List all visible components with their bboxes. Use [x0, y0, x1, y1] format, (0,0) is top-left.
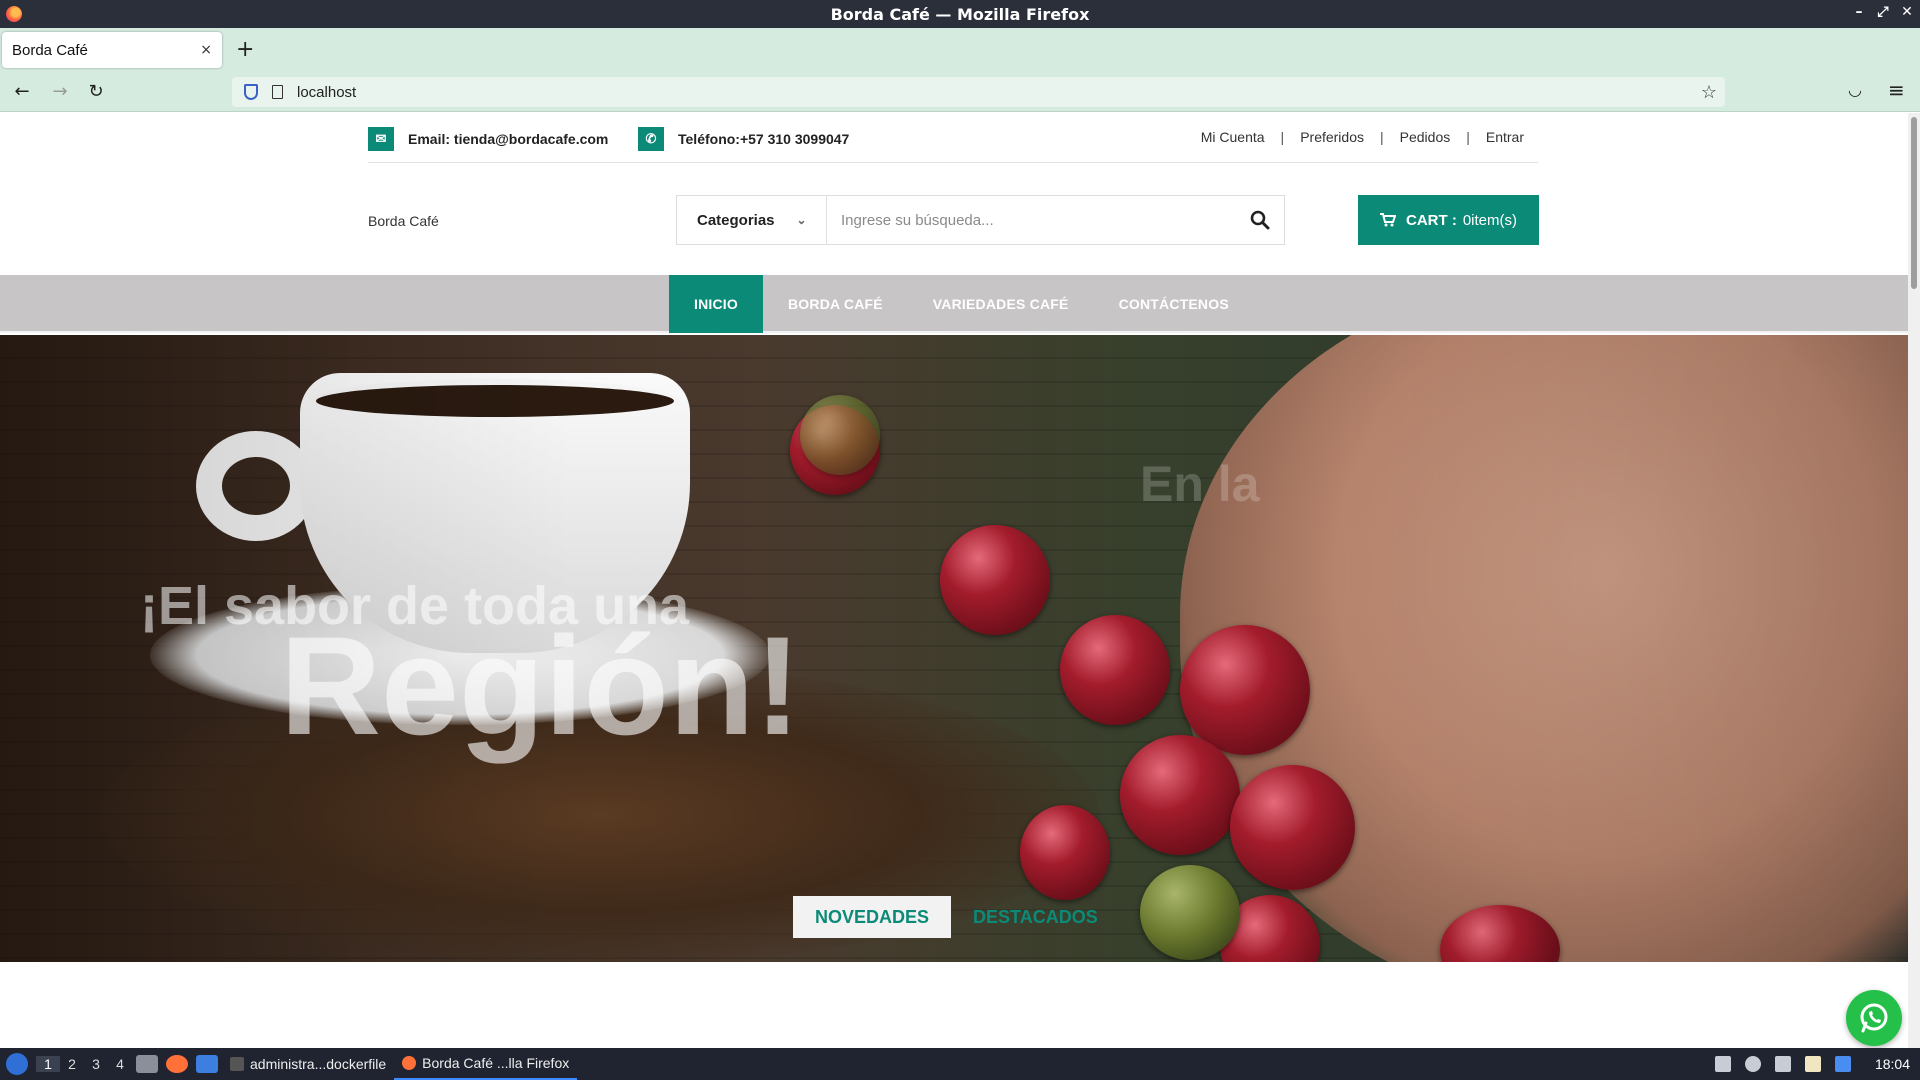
new-tab-button[interactable]: +: [236, 36, 254, 64]
search-button[interactable]: [1236, 196, 1284, 244]
link-mi-cuenta[interactable]: Mi Cuenta: [1201, 129, 1265, 145]
maximize-icon[interactable]: ⤢: [1876, 4, 1890, 20]
back-button[interactable]: ←: [10, 80, 34, 104]
web-page: ✉ Email: tienda@bordacafe.com ✆ Teléfono…: [0, 113, 1908, 1048]
product-tabs: NOVEDADES DESTACADOS: [793, 896, 1120, 938]
search-box: Categorias ⌄: [676, 195, 1285, 245]
link-separator: |: [1280, 129, 1285, 145]
link-separator: |: [1466, 129, 1470, 145]
menu-item-variedades-cafe[interactable]: VARIEDADES CAFÉ: [908, 275, 1094, 333]
search-icon: [1250, 210, 1270, 230]
phone-icon: ✆: [638, 127, 664, 151]
main-menu: INICIO BORDA CAFÉ VARIEDADES CAFÉ CONTÁC…: [669, 275, 1254, 333]
app-menu-icon[interactable]: ≡: [1888, 78, 1905, 102]
whatsapp-icon: [1860, 1003, 1888, 1033]
window-title: Borda Café — Mozilla Firefox: [830, 4, 1090, 24]
volume-icon[interactable]: [1744, 1056, 1761, 1072]
brand-row: Borda Café Categorias ⌄ CART : 0item(s): [368, 195, 1539, 247]
tracking-shield-icon[interactable]: [244, 84, 258, 100]
tab-destacados[interactable]: DESTACADOS: [951, 896, 1120, 938]
clock: 18:04: [1874, 1056, 1910, 1072]
envelope-icon: ✉: [368, 127, 394, 151]
close-window-icon[interactable]: ✕: [1900, 4, 1914, 20]
category-select[interactable]: Categorias ⌄: [677, 196, 827, 244]
task-label: administra...dockerfile: [250, 1056, 387, 1072]
link-preferidos[interactable]: Preferidos: [1300, 129, 1364, 145]
pocket-icon[interactable]: ◡: [1848, 80, 1862, 99]
task-terminal[interactable]: administra...dockerfile: [222, 1048, 394, 1080]
file-manager-icon[interactable]: [136, 1055, 158, 1073]
tab-title: Borda Café: [12, 41, 88, 59]
cart-count: 0item(s): [1462, 211, 1517, 229]
page-scrollbar[interactable]: [1908, 113, 1920, 1048]
main-menu-bar: INICIO BORDA CAFÉ VARIEDADES CAFÉ CONTÁC…: [0, 275, 1908, 333]
firefox-icon: [402, 1056, 417, 1070]
hero-banner: ¡El sabor de toda una Región! En la: [0, 335, 1908, 962]
workspace-2[interactable]: 2: [60, 1056, 84, 1072]
system-tray: 18:04: [1714, 1048, 1920, 1080]
tab-novedades[interactable]: NOVEDADES: [793, 896, 952, 938]
url-text[interactable]: localhost: [297, 84, 356, 101]
desktop-icon[interactable]: [196, 1055, 218, 1073]
email-text[interactable]: Email: tienda@bordacafe.com: [408, 131, 608, 147]
url-bar[interactable]: localhost ☆: [232, 77, 1725, 107]
cart-button[interactable]: CART : 0item(s): [1358, 195, 1539, 245]
workspace-4[interactable]: 4: [108, 1056, 132, 1072]
link-entrar[interactable]: Entrar: [1486, 129, 1524, 145]
cart-icon: [1380, 213, 1396, 227]
browser-tab[interactable]: Borda Café ×: [2, 32, 222, 68]
reload-button[interactable]: ↻: [84, 80, 108, 104]
navigation-bar: ← → ↻ localhost ☆ ◡ ≡: [0, 72, 1920, 112]
firefox-logo-icon: [6, 6, 22, 22]
page-info-icon[interactable]: [272, 85, 283, 99]
category-label: Categorias: [697, 211, 775, 229]
task-label: Borda Café ...lla Firefox: [422, 1055, 570, 1071]
network-icon[interactable]: [1834, 1056, 1851, 1072]
search-input[interactable]: [827, 196, 1236, 244]
phone-text: Teléfono:+57 310 3099047: [678, 131, 850, 147]
link-pedidos[interactable]: Pedidos: [1400, 129, 1451, 145]
bookmark-star-icon[interactable]: ☆: [1701, 82, 1717, 103]
chevron-down-icon: ⌄: [796, 213, 807, 227]
brand-logo-text[interactable]: Borda Café: [368, 213, 439, 229]
email-info: ✉ Email: tienda@bordacafe.com: [368, 127, 608, 151]
system-taskbar: 1 2 3 4 administra...dockerfile Borda Ca…: [0, 1048, 1920, 1080]
top-info-bar: ✉ Email: tienda@bordacafe.com ✆ Teléfono…: [368, 113, 1538, 163]
task-firefox[interactable]: Borda Café ...lla Firefox: [394, 1048, 578, 1080]
terminal-icon: [230, 1057, 244, 1071]
scrollbar-thumb[interactable]: [1911, 117, 1917, 289]
forward-button[interactable]: →: [48, 80, 72, 104]
workspace-1[interactable]: 1: [36, 1056, 60, 1072]
hero-subheadline: Región!: [280, 607, 802, 764]
tab-bar: Borda Café × +: [0, 28, 1920, 72]
workspace-3[interactable]: 3: [84, 1056, 108, 1072]
tab-close-icon[interactable]: ×: [200, 42, 212, 58]
menu-item-contactenos[interactable]: CONTÁCTENOS: [1094, 275, 1254, 333]
notes-icon[interactable]: [1804, 1056, 1821, 1072]
minimize-icon[interactable]: –: [1852, 4, 1866, 20]
hero-side-text: En la: [1140, 456, 1260, 512]
whatsapp-button[interactable]: [1846, 990, 1902, 1046]
link-separator: |: [1380, 129, 1384, 145]
firefox-launcher-icon[interactable]: [166, 1055, 188, 1073]
window-controls: – ⤢ ✕: [1852, 4, 1914, 20]
menu-item-borda-cafe[interactable]: BORDA CAFÉ: [763, 275, 908, 333]
cart-label: CART :: [1406, 211, 1457, 229]
display-icon[interactable]: [1774, 1056, 1791, 1072]
window-titlebar: Borda Café — Mozilla Firefox – ⤢ ✕: [0, 0, 1920, 28]
phone-info: ✆ Teléfono:+57 310 3099047: [638, 127, 849, 151]
account-links: Mi Cuenta | Preferidos | Pedidos | Entra…: [1201, 129, 1524, 145]
clipboard-icon[interactable]: [1714, 1056, 1731, 1072]
start-menu-icon[interactable]: [6, 1053, 28, 1075]
menu-item-inicio[interactable]: INICIO: [669, 275, 763, 333]
